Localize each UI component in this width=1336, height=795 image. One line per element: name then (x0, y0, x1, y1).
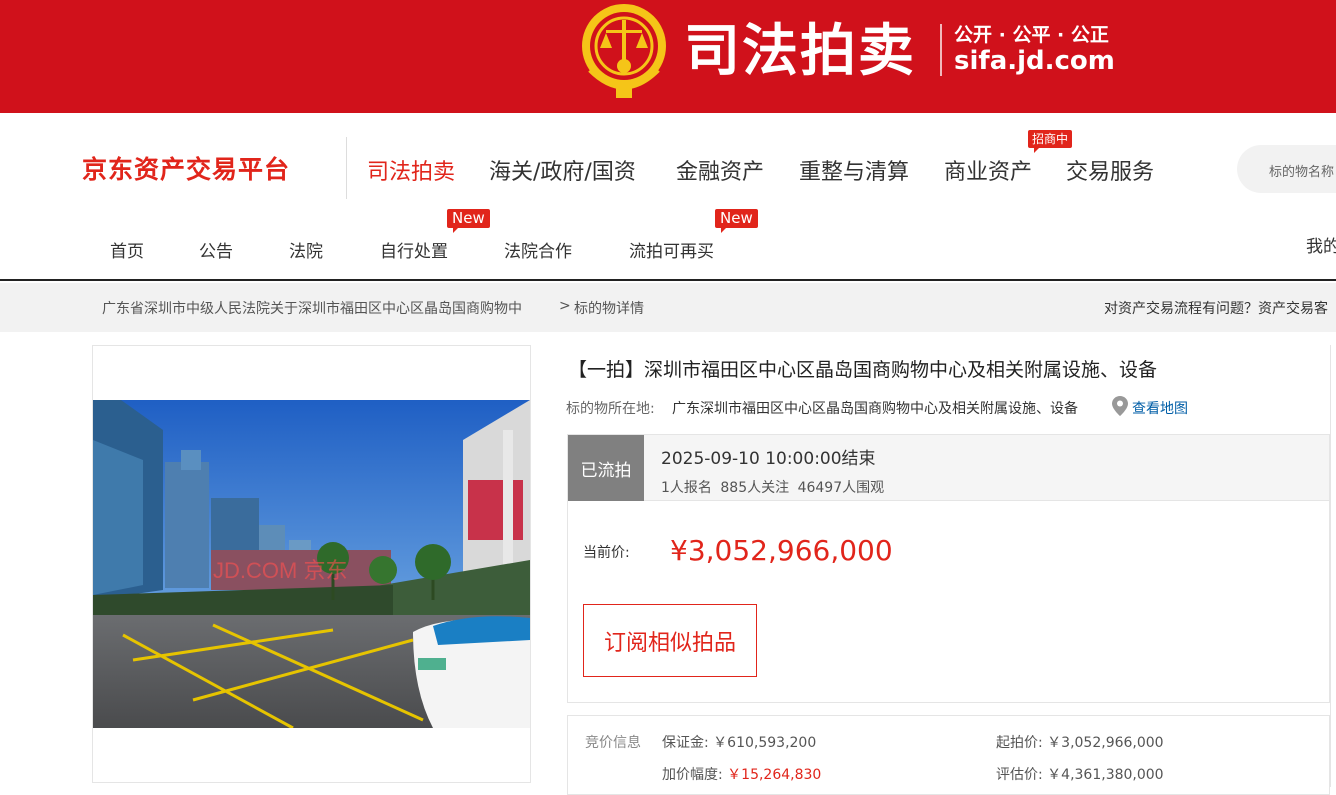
deposit-field: 保证金: ￥610,593,200 (662, 732, 816, 752)
follow-count: 885人关注 (720, 480, 790, 496)
breadcrumb-separator: > (559, 298, 571, 314)
banner-slogan: 公开 · 公平 · 公正 (954, 24, 1109, 46)
nav-financial-assets[interactable]: 金融资产 (676, 154, 764, 186)
subnav-court-cooperation[interactable]: 法院合作 (504, 237, 572, 262)
nav-commercial-assets[interactable]: 商业资产 (944, 154, 1032, 186)
nav-trade-services[interactable]: 交易服务 (1066, 154, 1154, 186)
subnav-failed-auction-rebuy[interactable]: 流拍可再买 (629, 237, 714, 262)
appraisal-label: 评估价: (996, 767, 1043, 783)
end-time: 2025-09-10 10:00:00结束 (661, 449, 876, 469)
appraisal-value: ￥4,361,380,000 (1047, 767, 1164, 783)
banner-title: 司法拍卖 (684, 19, 916, 84)
breadcrumb-current: 标的物详情 (574, 301, 644, 317)
current-price-label: 当前价: (583, 545, 630, 561)
my-account-link[interactable]: 我的 (1306, 232, 1336, 257)
top-banner (0, 0, 1336, 113)
nav-restructuring[interactable]: 重整与清算 (799, 154, 909, 186)
location-label: 标的物所在地: (566, 401, 655, 417)
start-price-value: ￥3,052,966,000 (1047, 735, 1164, 751)
increment-value: ￥15,264,830 (727, 767, 822, 783)
deposit-label: 保证金: (662, 735, 709, 751)
auction-stats: 1人报名 885人关注 46497人围观 (661, 477, 888, 497)
new-badge: New (447, 209, 490, 233)
platform-logo[interactable]: 京东资产交易平台 (82, 150, 290, 186)
header-rule (0, 279, 1336, 281)
start-price-field: 起拍价: ￥3,052,966,000 (996, 732, 1164, 752)
court-emblem-icon (582, 4, 666, 98)
search-placeholder: 标的物名称 (1269, 165, 1335, 180)
viewer-count: 46497人围观 (797, 480, 885, 496)
subnav-courts[interactable]: 法院 (289, 237, 323, 262)
status-badge: 已流拍 (568, 435, 644, 501)
view-map-link[interactable]: 查看地图 (1132, 398, 1188, 418)
new-badge: New (715, 209, 758, 233)
start-price-label: 起拍价: (996, 735, 1043, 751)
subnav-self-disposal[interactable]: 自行处置 (380, 237, 448, 262)
map-pin-icon[interactable] (1112, 396, 1128, 416)
bid-info-label: 竞价信息 (585, 735, 641, 751)
item-title: 【一拍】深圳市福田区中心区晶岛国商购物中心及相关附属设施、设备 (568, 359, 1158, 381)
recruiting-badge: 招商中 (1028, 130, 1073, 153)
current-price: ¥3,052,966,000 (670, 534, 893, 567)
appraisal-field: 评估价: ￥4,361,380,000 (996, 764, 1164, 784)
subnav-announcements[interactable]: 公告 (199, 237, 233, 262)
increment-label: 加价幅度: (662, 767, 723, 783)
banner-url: sifa.jd.com (954, 46, 1115, 76)
location-value: 广东深圳市福田区中心区晶岛国商购物中心及相关附属设施、设备 (672, 401, 1078, 417)
subscribe-similar-button[interactable]: 订阅相似拍品 (583, 604, 757, 677)
increment-field: 加价幅度: ￥15,264,830 (662, 764, 821, 784)
content-border (1330, 345, 1331, 787)
item-photo[interactable]: JD.COM 京东 (93, 400, 530, 728)
deposit-value: ￥610,593,200 (713, 735, 817, 751)
signup-count: 1人报名 (661, 480, 712, 496)
header-divider (346, 137, 347, 199)
breadcrumb-parent[interactable]: 广东省深圳市中级人民法院关于深圳市福田区中心区晶岛国商购物中 (102, 298, 522, 318)
photo-watermark: JD.COM 京东 (213, 558, 347, 583)
nav-judicial-auction[interactable]: 司法拍卖 (367, 154, 455, 186)
nav-customs-government[interactable]: 海关/政府/国资 (489, 154, 636, 186)
subnav-home[interactable]: 首页 (110, 237, 144, 262)
banner-divider (940, 24, 942, 76)
help-link[interactable]: 对资产交易流程有问题？资产交易客 (1104, 298, 1328, 318)
